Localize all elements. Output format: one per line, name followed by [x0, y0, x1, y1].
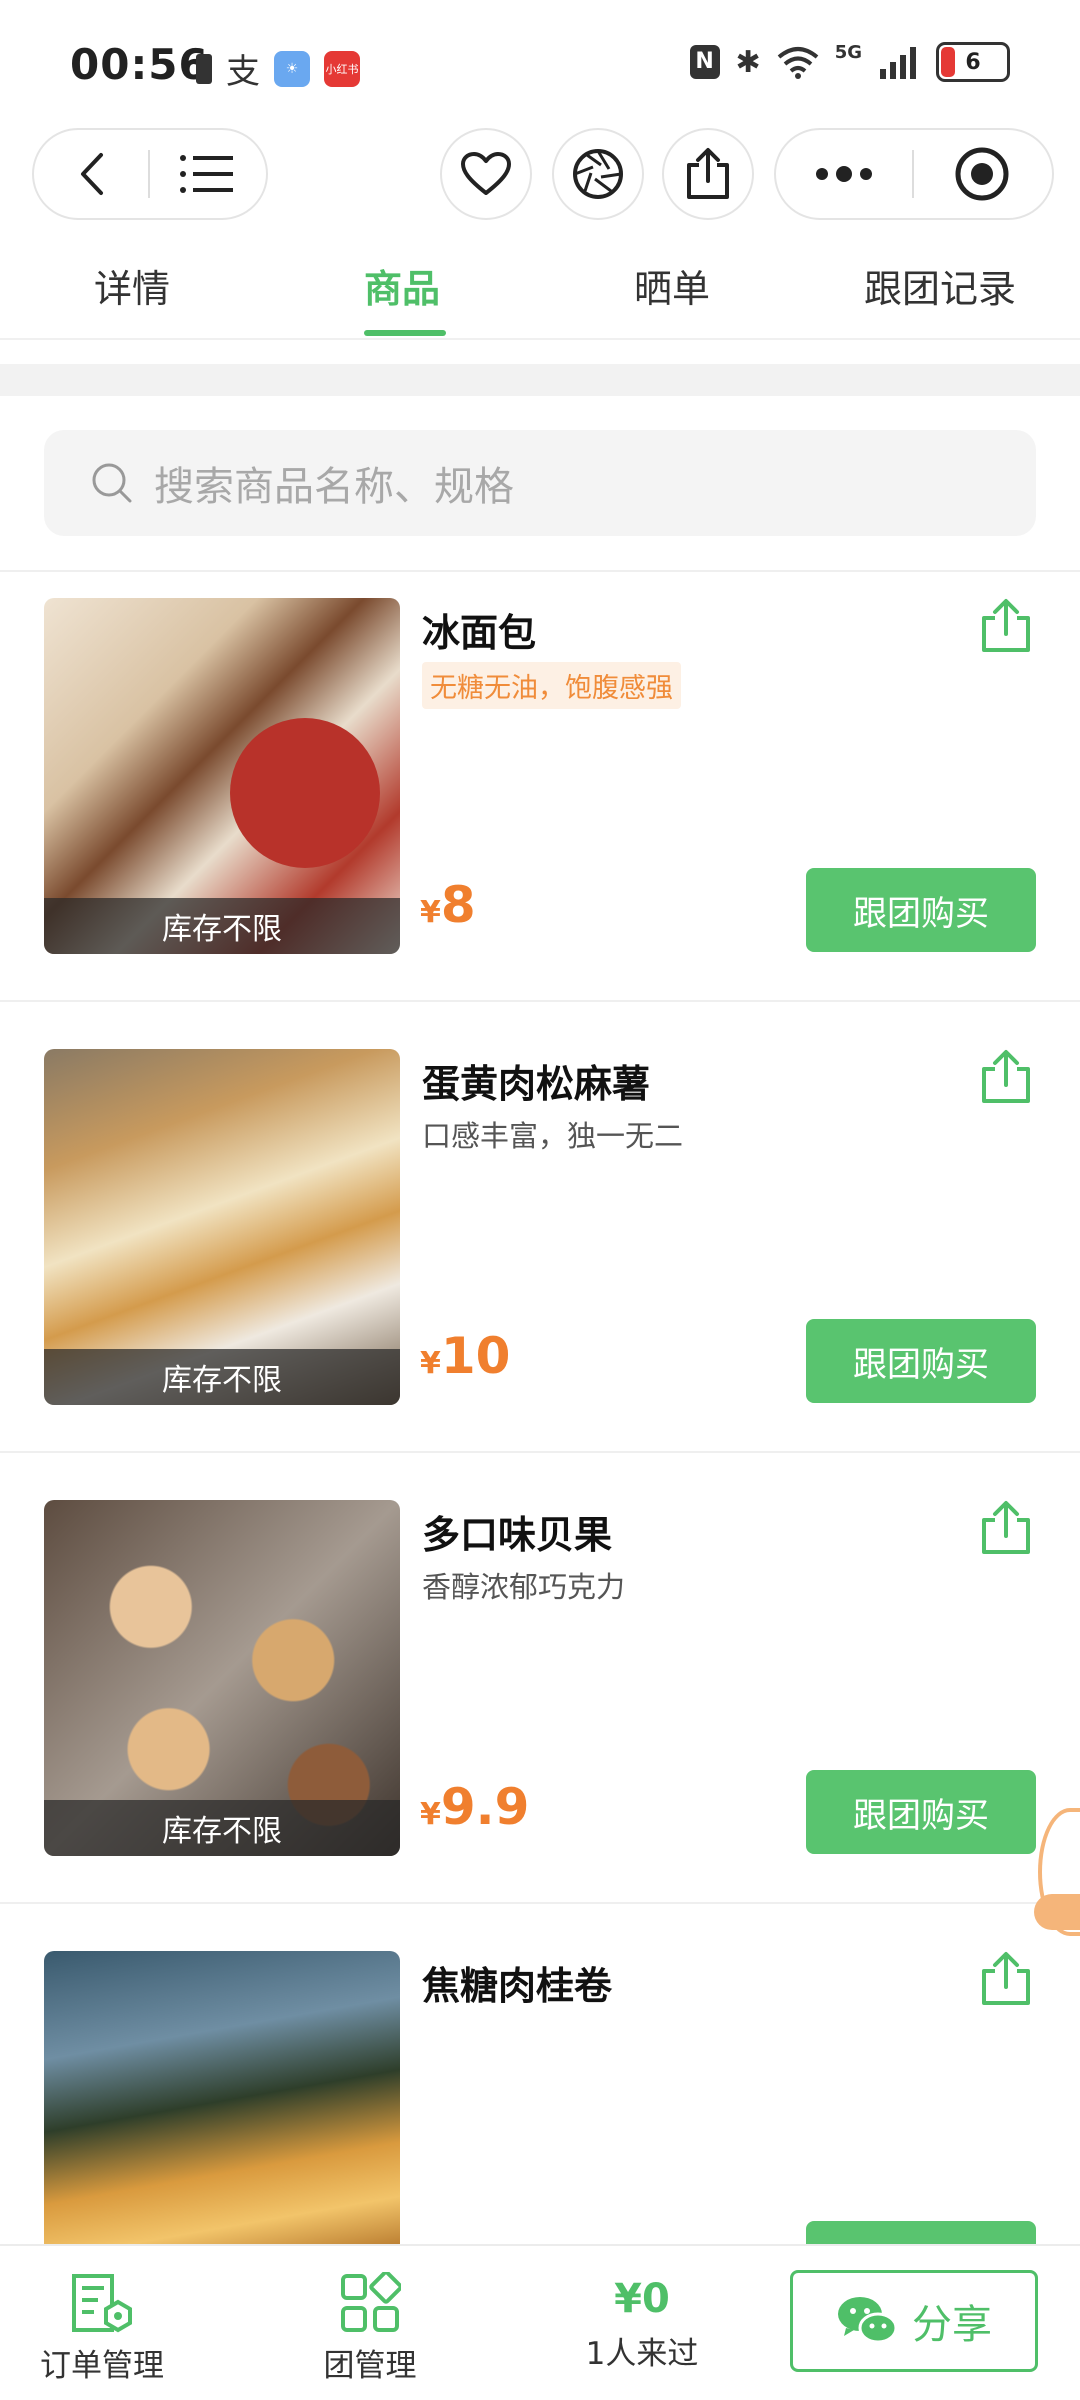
product-image[interactable]: 库存不限: [44, 1500, 400, 1856]
buy-button[interactable]: 跟团购买: [806, 1319, 1036, 1403]
revenue-amount: ¥0: [614, 2276, 670, 2322]
order-management-label: 订单管理: [40, 2348, 164, 2384]
group-management-label: 团管理: [323, 2348, 417, 2384]
buy-button[interactable]: [806, 2221, 1036, 2244]
share-label: 分享: [912, 2302, 992, 2348]
wifi-icon: [777, 47, 818, 79]
battery-icon: 6: [936, 42, 1010, 82]
bottom-action-bar: 订单管理 团管理 ¥0 1人来过 分享: [0, 2244, 1080, 2400]
grid-apps-icon: [341, 2272, 401, 2332]
status-bar: 00:56 支 ☀ 小红书 N ✱ 5G 6: [0, 0, 1080, 126]
aperture-icon: [573, 149, 623, 199]
network-type: 5G: [834, 41, 862, 63]
product-name: 多口味贝果: [422, 1513, 613, 1557]
product-price: ¥9.9: [420, 1778, 530, 1836]
list-divider: [0, 1451, 1080, 1453]
bluetooth-icon: ✱: [735, 44, 761, 80]
product-name: 焦糖肉桂卷: [422, 1964, 613, 2008]
product-description: 口感丰富，独一无二: [422, 1119, 684, 1153]
tab-products[interactable]: 商品: [364, 258, 440, 313]
more-button[interactable]: [776, 130, 912, 218]
stock-label: 库存不限: [44, 1800, 400, 1856]
status-notification-icons: 支 ☀ 小红书: [196, 44, 360, 93]
share-product-icon[interactable]: [978, 1951, 1034, 2007]
section-separator: [0, 364, 1080, 396]
back-menu-capsule: [32, 128, 268, 220]
search-input[interactable]: 搜索商品名称、规格: [44, 430, 1036, 536]
search-icon: [92, 463, 132, 503]
tab-reviews[interactable]: 晒单: [634, 258, 710, 313]
product-price: ¥10: [420, 1327, 511, 1385]
buy-button[interactable]: 跟团购买: [806, 868, 1036, 952]
more-dots-icon: [816, 166, 872, 182]
product-item[interactable]: 库存不限 蛋黄肉松麻薯 口感丰富，独一无二 ¥10 跟团购买: [0, 1049, 1080, 1499]
order-management-button[interactable]: 订单管理: [34, 2272, 170, 2385]
list-divider: [0, 1000, 1080, 1002]
shutter-button[interactable]: [552, 128, 644, 220]
share-product-icon[interactable]: [978, 1500, 1034, 1556]
stock-label: 库存不限: [44, 898, 400, 954]
wechat-icon: [838, 2297, 898, 2344]
product-name: 蛋黄肉松麻薯: [422, 1062, 651, 1106]
nfc-icon: N: [689, 45, 720, 79]
search-placeholder: 搜索商品名称、规格: [154, 464, 514, 510]
order-doc-icon: [72, 2274, 132, 2333]
favorite-button[interactable]: [440, 128, 532, 220]
product-item[interactable]: 焦糖肉桂卷: [0, 1951, 1080, 2244]
share-page-button[interactable]: [662, 128, 754, 220]
status-time: 00:56: [70, 40, 209, 89]
weather-app-icon: ☀: [274, 50, 310, 87]
product-tag: 无糖无油，饱腹感强: [422, 662, 681, 709]
more-close-capsule: [774, 128, 1054, 220]
battery-alert-icon: [196, 53, 212, 84]
tab-bar: 详情 商品 晒单 跟团记录: [0, 236, 1080, 340]
target-icon: [955, 147, 1009, 201]
product-image[interactable]: [44, 1951, 400, 2244]
group-management-button[interactable]: 团管理: [310, 2272, 430, 2385]
buy-button[interactable]: 跟团购买: [806, 1770, 1036, 1854]
product-name: 冰面包: [422, 611, 537, 655]
product-price: ¥8: [420, 876, 476, 934]
chevron-left-icon: [81, 153, 103, 195]
alipay-icon: 支: [226, 52, 260, 92]
xiaohongshu-app-icon: 小红书: [324, 50, 360, 87]
product-item[interactable]: 库存不限 多口味贝果 香醇浓郁巧克力 ¥9.9 跟团购买: [0, 1500, 1080, 1950]
floating-assistant-pill[interactable]: [1034, 1894, 1080, 1930]
signal-icon: [880, 47, 916, 79]
product-image[interactable]: 库存不限: [44, 1049, 400, 1405]
tab-group-records[interactable]: 跟团记录: [864, 258, 1016, 313]
visitors-label: 1人来过: [585, 2336, 699, 2372]
list-divider: [0, 570, 1080, 572]
active-tab-indicator: [364, 330, 446, 336]
stock-label: 库存不限: [44, 1349, 400, 1405]
share-product-icon[interactable]: [978, 598, 1034, 654]
product-image[interactable]: 库存不限: [44, 598, 400, 954]
list-divider: [0, 1902, 1080, 1904]
product-item[interactable]: 库存不限 冰面包 无糖无油，饱腹感强 ¥8 跟团购买: [0, 598, 1080, 1048]
list-icon: [180, 155, 233, 193]
heart-icon: [461, 152, 511, 195]
product-description: 香醇浓郁巧克力: [422, 1570, 626, 1604]
share-product-icon[interactable]: [978, 1049, 1034, 1105]
back-button[interactable]: [34, 130, 148, 218]
status-system-icons: N ✱ 5G 6: [689, 41, 1010, 82]
close-miniprogram-button[interactable]: [914, 130, 1050, 218]
share-icon: [687, 148, 729, 199]
tab-details[interactable]: 详情: [94, 258, 170, 313]
battery-level: 6: [965, 49, 981, 75]
visitors-stats[interactable]: ¥0 1人来过: [572, 2276, 712, 2373]
menu-button[interactable]: [150, 130, 264, 218]
wechat-share-button[interactable]: 分享: [790, 2270, 1038, 2372]
product-image-sticker: [230, 718, 380, 868]
mini-program-nav: [0, 128, 1080, 220]
